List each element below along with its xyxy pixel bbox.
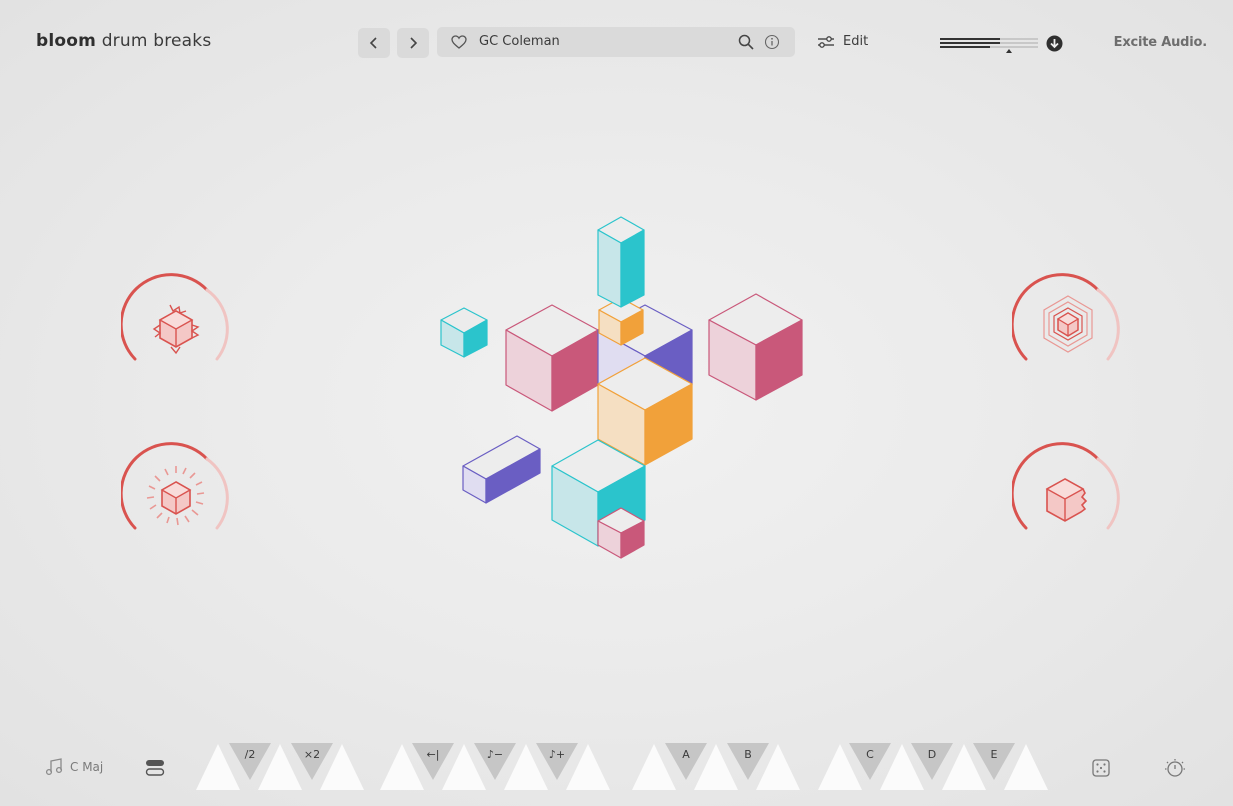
info-icon[interactable] [764, 34, 780, 50]
heart-icon[interactable] [451, 35, 467, 49]
knob-top-left[interactable] [119, 272, 231, 382]
spiky-cube-icon [152, 304, 200, 355]
rough-edge-cube-icon [1045, 478, 1088, 522]
app-title: bloom drum breaks [36, 31, 211, 51]
pad-label-c: C [866, 748, 874, 761]
knob-top-right[interactable] [1010, 272, 1122, 382]
knob-dial[interactable] [119, 441, 231, 551]
pad-strip[interactable] [0, 730, 1233, 806]
knob-dial[interactable] [1010, 441, 1122, 551]
knob-dial[interactable] [119, 272, 231, 382]
dice-icon[interactable] [1092, 759, 1110, 777]
edit-button[interactable]: Edit [817, 34, 868, 49]
pad-label-e: E [990, 748, 998, 761]
next-preset-button[interactable] [397, 28, 429, 58]
pad-label-shift: ←| [426, 748, 440, 761]
maker-logo: Excite Audio. [1113, 35, 1208, 50]
volume-meter[interactable] [940, 30, 1046, 56]
app-title-bold: bloom [36, 31, 97, 51]
cube-cluster[interactable] [400, 190, 840, 590]
cube-cyan-tower[interactable] [597, 216, 645, 308]
burst-cube-icon [146, 466, 205, 526]
knob-bottom-left[interactable] [119, 441, 231, 551]
bottom-bar: C Maj /2 ×2 ←| ♪− ♪+ A B C D E [0, 730, 1233, 806]
hexagon-cube-icon [1043, 295, 1093, 353]
chevron-right-icon [410, 37, 418, 49]
preset-name: GC Coleman [479, 34, 560, 49]
pad-label-d: D [927, 748, 937, 761]
chevron-left-icon [369, 37, 377, 49]
volume-slider[interactable] [940, 30, 1063, 56]
pad-label-double: ×2 [303, 748, 321, 761]
pad-label-note-minus: ♪− [486, 748, 504, 761]
cube-pink-large-left[interactable] [505, 304, 599, 412]
edit-label: Edit [843, 34, 869, 49]
sliders-icon [818, 35, 834, 48]
top-bar: bloom drum breaks GC Coleman Edit Excite… [0, 0, 1233, 86]
preset-selector[interactable]: GC Coleman [437, 27, 795, 57]
cube-purple-bar[interactable] [462, 435, 541, 504]
pad-label-note-plus: ♪+ [548, 748, 566, 761]
cube-pink-large-right[interactable] [708, 293, 803, 401]
pad-label-b: B [744, 748, 752, 761]
knob-dial[interactable] [1010, 272, 1122, 382]
knob-bottom-right[interactable] [1010, 441, 1122, 551]
download-icon[interactable] [1046, 35, 1063, 52]
pad-label-half: /2 [244, 748, 256, 761]
search-icon[interactable] [738, 34, 754, 50]
app-title-rest: drum breaks [101, 31, 212, 51]
previous-preset-button[interactable] [358, 28, 390, 58]
pattern-visualizer[interactable] [400, 190, 840, 590]
timer-icon[interactable] [1163, 756, 1187, 780]
cube-cyan-small[interactable] [440, 307, 488, 358]
pad-label-a: A [682, 748, 690, 761]
